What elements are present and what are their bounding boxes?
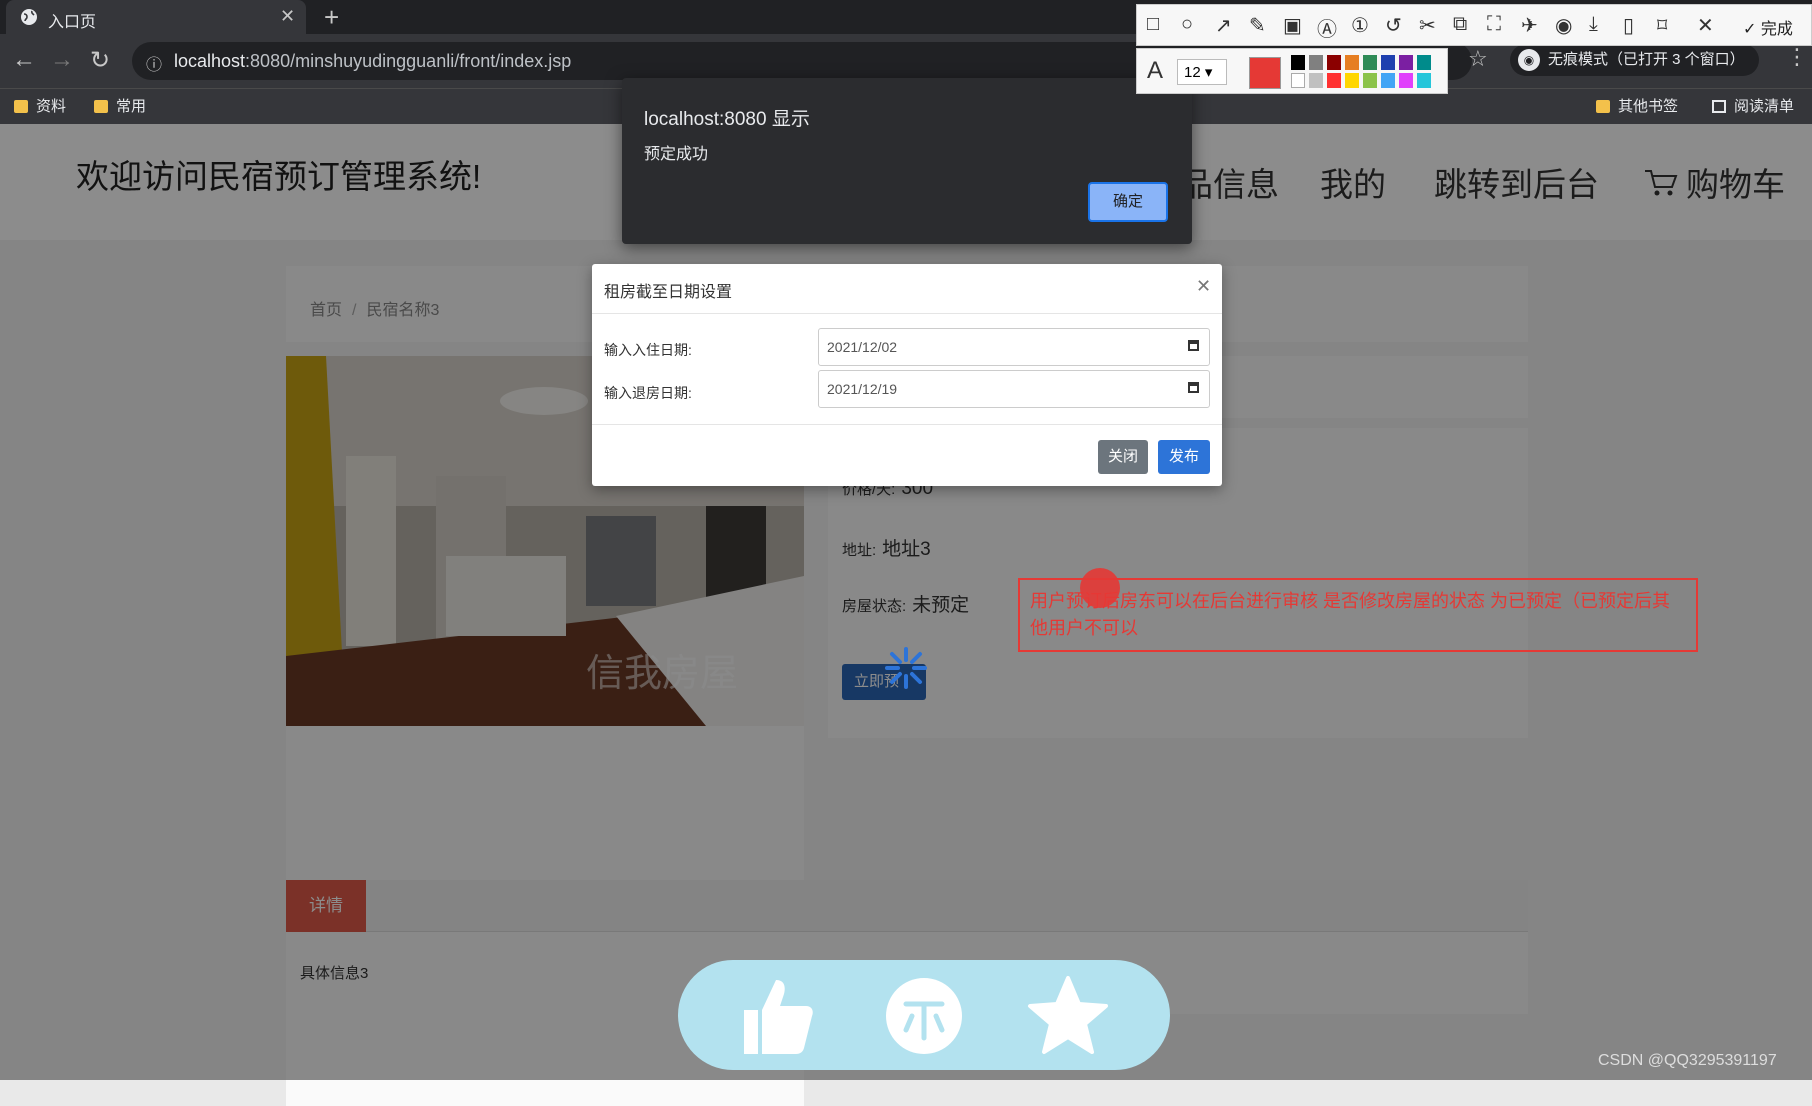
other-bookmarks-label: 其他书签 xyxy=(1618,98,1679,115)
font-size-icon: A xyxy=(1147,57,1164,84)
color-swatch[interactable] xyxy=(1345,55,1359,70)
color-swatch[interactable] xyxy=(1363,55,1377,70)
checkin-label: 输入入住日期: xyxy=(604,342,692,358)
pen-tool-icon[interactable]: ✎ xyxy=(1249,13,1266,38)
checkin-value: 2021/12/02 xyxy=(827,339,898,355)
color-swatch[interactable] xyxy=(1417,73,1431,88)
checkin-date-input[interactable]: 2021/12/02 xyxy=(818,328,1210,366)
bookmark-folder-2[interactable]: 常用 xyxy=(94,95,146,116)
folder-icon xyxy=(94,100,108,113)
browser-tab[interactable]: 入口页 ✕ xyxy=(6,0,306,34)
cut-icon[interactable]: ✂ xyxy=(1419,13,1436,38)
url-path: :8080/minshuyudingguanli/front/index.jsp xyxy=(245,51,572,71)
browser-alert-dialog: localhost:8080 显示 预定成功 确定 xyxy=(622,78,1192,244)
date-modal: 租房截至日期设置 ✕ 输入入住日期: 2021/12/02 输入退房日期: 20… xyxy=(592,264,1222,486)
bookmark-label: 常用 xyxy=(116,98,147,115)
publish-button[interactable]: 发布 xyxy=(1158,440,1210,474)
font-size-value: 12 xyxy=(1184,64,1201,81)
url-text: localhost:8080/minshuyudingguanli/front/… xyxy=(174,51,571,72)
bookmark-star-icon[interactable]: ☆ xyxy=(1468,46,1488,72)
color-swatch[interactable] xyxy=(1327,55,1341,70)
checkout-date-input[interactable]: 2021/12/19 xyxy=(818,370,1210,408)
calendar-icon[interactable] xyxy=(1188,382,1199,393)
reading-list-icon xyxy=(1712,100,1726,113)
alert-ok-button[interactable]: 确定 xyxy=(1088,182,1168,222)
incognito-icon: ◉ xyxy=(1518,49,1540,72)
color-swatch[interactable] xyxy=(1345,73,1359,88)
site-info-icon[interactable]: ⓘ xyxy=(146,51,162,75)
color-swatch[interactable] xyxy=(1417,55,1431,70)
annotation-box: 用户预订后房东可以在后台进行审核 是否修改房屋的状态 为已预定（已预定后其他用户… xyxy=(1018,578,1698,652)
color-swatch[interactable] xyxy=(1363,73,1377,88)
tab-close-icon[interactable]: ✕ xyxy=(280,6,295,27)
alert-title: localhost:8080 显示 xyxy=(644,109,810,130)
snip-text-options: A 12 ▾ xyxy=(1136,48,1448,94)
thumbs-up-icon[interactable] xyxy=(738,974,818,1058)
checkout-label: 输入退房日期: xyxy=(604,385,692,401)
color-swatch[interactable] xyxy=(1309,73,1323,88)
record-icon[interactable]: ◉ xyxy=(1555,13,1572,38)
color-swatch[interactable] xyxy=(1381,73,1395,88)
modal-close-icon[interactable]: ✕ xyxy=(1196,276,1211,297)
font-size-select[interactable]: 12 ▾ xyxy=(1177,59,1227,85)
folder-icon xyxy=(1596,100,1610,113)
reload-icon[interactable]: ↻ xyxy=(90,46,110,75)
reading-list[interactable]: 阅读清单 xyxy=(1712,95,1794,116)
download-icon[interactable]: ⤓ xyxy=(1589,13,1598,36)
arrow-tool-icon[interactable]: ↗ xyxy=(1215,13,1232,38)
translate-icon[interactable]: ⧉ xyxy=(1453,13,1467,36)
folder-icon xyxy=(14,100,28,113)
annotation-text: 用户预订后房东可以在后台进行审核 是否修改房屋的状态 为已预定（已预定后其他用户… xyxy=(1030,591,1670,638)
close-button[interactable]: 关闭 xyxy=(1098,440,1148,474)
color-swatch[interactable] xyxy=(1399,73,1413,88)
text-tool-icon[interactable]: Ⓐ xyxy=(1317,13,1337,42)
color-swatch[interactable] xyxy=(1399,55,1413,70)
star-icon[interactable] xyxy=(1026,974,1110,1058)
pin-icon[interactable]: ✈ xyxy=(1521,13,1538,38)
snip-toolbar: □ ○ ↗ ✎ ▣ Ⓐ ① ↺ ✂ ⧉ ⛶ ✈ ◉ ⤓ ▯ ⌑ ✕ ✓ 完成 xyxy=(1136,4,1812,46)
number-tool-icon[interactable]: ① xyxy=(1351,13,1369,38)
reaction-bar xyxy=(678,960,1170,1070)
color-swatch[interactable] xyxy=(1291,55,1305,70)
cancel-icon[interactable]: ✕ xyxy=(1697,13,1714,38)
bookmark-icon[interactable]: ⌑ xyxy=(1657,13,1667,38)
modal-title: 租房截至日期设置 xyxy=(604,284,733,301)
globe-icon xyxy=(20,8,38,31)
forward-icon[interactable]: → xyxy=(50,46,74,74)
bookmark-folder-1[interactable]: 资料 xyxy=(14,95,66,116)
alert-message: 预定成功 xyxy=(644,146,709,163)
incognito-indicator[interactable]: ◉ 无痕模式（已打开 3 个窗口） xyxy=(1510,44,1759,76)
modal-divider xyxy=(592,424,1222,425)
tab-title: 入口页 xyxy=(48,14,97,31)
save-icon[interactable]: ▯ xyxy=(1623,13,1634,38)
rectangle-tool-icon[interactable]: □ xyxy=(1147,13,1159,36)
color-swatch[interactable] xyxy=(1291,73,1305,88)
loading-spinner-icon xyxy=(885,647,927,689)
incognito-label: 无痕模式（已打开 3 个窗口） xyxy=(1548,51,1745,68)
calendar-icon[interactable] xyxy=(1188,340,1199,351)
other-bookmarks[interactable]: 其他书签 xyxy=(1596,95,1678,116)
url-host: localhost xyxy=(174,51,246,71)
cursor-highlight-dot xyxy=(1080,568,1120,608)
menu-kebab-icon[interactable]: ⋮ xyxy=(1786,44,1808,70)
back-icon[interactable]: ← xyxy=(12,46,36,74)
checkout-value: 2021/12/19 xyxy=(827,381,898,397)
color-swatch[interactable] xyxy=(1381,55,1395,70)
done-button[interactable]: ✓ 完成 xyxy=(1743,15,1793,39)
done-label: 完成 xyxy=(1760,21,1793,38)
mosaic-tool-icon[interactable]: ▣ xyxy=(1283,13,1302,38)
color-swatch[interactable] xyxy=(1309,55,1323,70)
current-color-swatch[interactable] xyxy=(1249,57,1281,89)
ellipse-tool-icon[interactable]: ○ xyxy=(1181,13,1193,36)
reading-list-label: 阅读清单 xyxy=(1734,98,1795,115)
color-swatch[interactable] xyxy=(1327,73,1341,88)
undo-icon[interactable]: ↺ xyxy=(1385,13,1402,38)
new-tab-button[interactable]: + xyxy=(324,2,339,33)
bookmark-label: 资料 xyxy=(36,98,67,115)
modal-header: 租房截至日期设置 ✕ xyxy=(592,264,1222,314)
watermark-credit: CSDN @QQ3295391197 xyxy=(1598,1052,1777,1069)
ocr-icon[interactable]: ⛶ xyxy=(1487,13,1501,36)
coin-icon[interactable] xyxy=(882,974,966,1058)
